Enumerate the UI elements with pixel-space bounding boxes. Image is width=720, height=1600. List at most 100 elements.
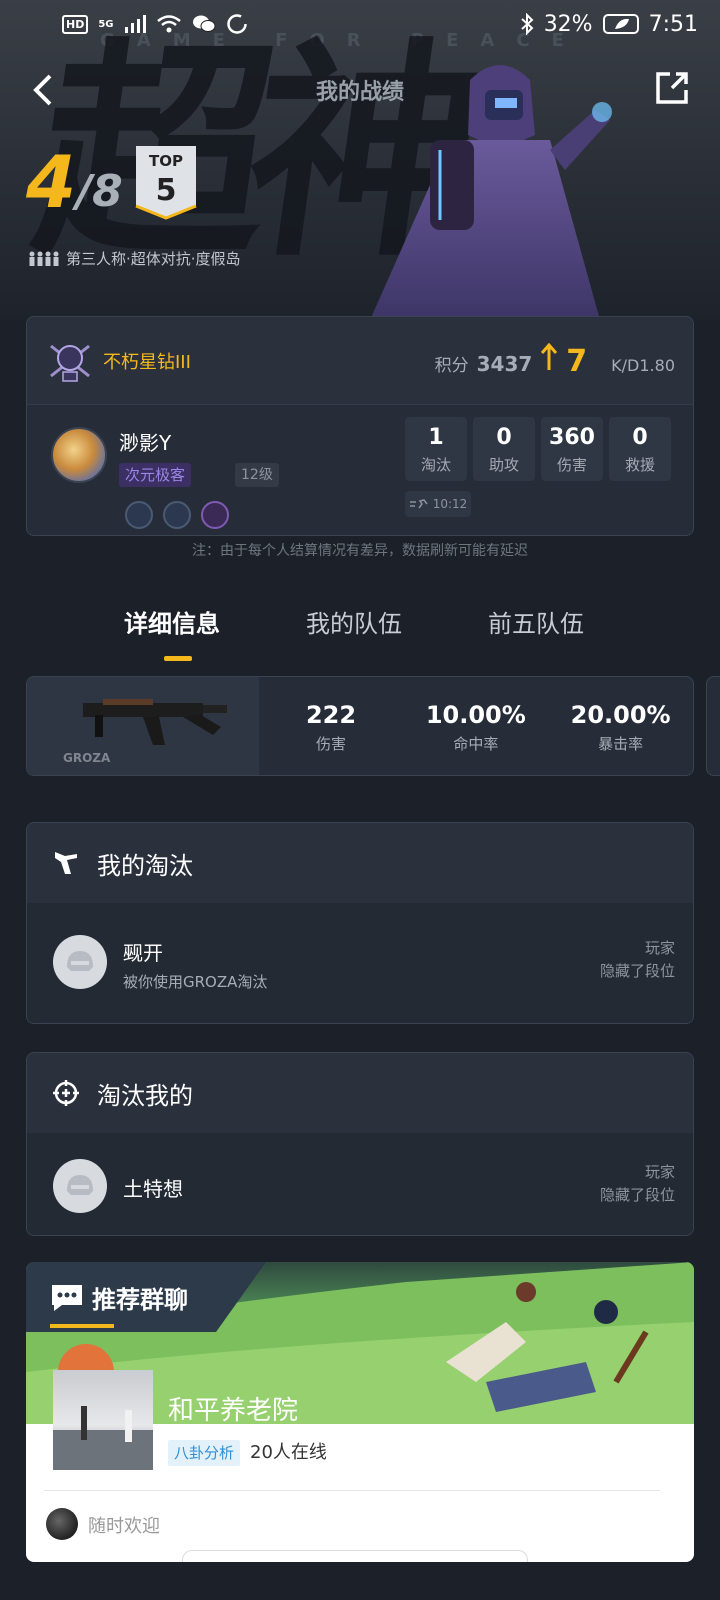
player-label: 玩家 [644, 939, 675, 957]
stat-label: 暴击率 [598, 735, 644, 753]
loading-icon [226, 14, 247, 34]
battery-percent: 32% [543, 11, 593, 37]
title-underline [50, 1324, 114, 1328]
crosshair-icon [53, 1080, 79, 1106]
kill-description: 被你使用GROZA淘汰 [123, 973, 268, 991]
kd-ratio: K/D1.80 [611, 355, 675, 375]
tab-my-team[interactable]: 我的队伍 [306, 604, 402, 639]
group-section-title-text: 推荐群聊 [92, 1286, 188, 1314]
net-label: 5G [98, 18, 114, 30]
wifi-icon [156, 15, 181, 33]
status-left: HD 5G [62, 13, 248, 35]
wave-badge-icon[interactable] [163, 501, 191, 529]
weapon-name: GROZA [63, 751, 111, 765]
tier-name: 不朽星钻III [103, 351, 191, 373]
bluetooth-icon [521, 13, 534, 35]
score-value: 3437 [476, 351, 533, 376]
stats-header: 不朽星钻III 积分 3437 7 K/D1.80 [27, 317, 693, 405]
helmet-avatar-icon [53, 1159, 107, 1213]
list-item[interactable]: 觋开 被你使用GROZA淘汰 玩家 隐藏了段位 [27, 903, 693, 1023]
hd-icon: HD [62, 14, 89, 34]
stat-value: 0 [496, 425, 512, 450]
online-count: 20人在线 [250, 1442, 327, 1463]
match-rank: 4 /8 [26, 146, 123, 218]
score: 积分 3437 7 K/D1.80 [435, 342, 675, 379]
stat-label: 伤害 [316, 735, 347, 753]
rank-total: /8 [76, 166, 123, 217]
title-tag: 次元极客 [119, 463, 192, 487]
tab-indicator [164, 656, 192, 661]
status-bar: HD 5G 32% 7:51 [0, 0, 720, 48]
gear-badge-icon[interactable] [201, 501, 229, 529]
stats-card: 不朽星钻III 积分 3437 7 K/D1.80 渺影Y 次元极客 12级 1… [26, 316, 694, 536]
runner-icon [409, 499, 428, 509]
page-title: 我的战绩 [315, 80, 404, 105]
wechat-icon [192, 15, 216, 32]
my-kills-card: 我的淘汰 觋开 被你使用GROZA淘汰 玩家 隐藏了段位 [26, 822, 694, 1024]
tab-top5-teams[interactable]: 前五队伍 [488, 604, 584, 639]
hidden-rank-label: 隐藏了段位 [599, 962, 675, 980]
signal-icon [124, 15, 146, 33]
stat-label: 助攻 [488, 456, 519, 474]
top5-badge: TOP 5 [135, 146, 197, 220]
group-section-title: 推荐群聊 [50, 1280, 188, 1315]
tier-emblem-icon [50, 344, 90, 382]
level-tag: 12级 [235, 463, 279, 487]
runner-badge-icon[interactable] [125, 501, 153, 529]
stat-value: 360 [549, 425, 595, 450]
recommended-group-card[interactable]: 推荐群聊 和平养老院 八卦分析 20人在线 随时欢迎 [26, 1262, 694, 1562]
battery-icon [602, 14, 639, 34]
weapon-crit-rate: 20.00% 暴击率 [548, 677, 693, 775]
killed-me-title: 淘汰我的 [97, 1081, 193, 1110]
helmet-avatar-icon [53, 935, 107, 989]
rank-place: 4 [26, 140, 77, 224]
tab-details[interactable]: 详细信息 [124, 604, 220, 639]
avatar[interactable] [51, 427, 107, 483]
join-button-peek[interactable] [182, 1550, 528, 1562]
player-row: 渺影Y 次元极客 12级 1 淘汰 0 助攻 360 伤害 0 救援 10:12 [27, 405, 693, 535]
stat-rescue: 0 救援 [609, 417, 671, 481]
killer-name: 土特想 [123, 1177, 183, 1201]
hidden-rank-label: 隐藏了段位 [599, 1186, 675, 1204]
survival-time: 10:12 [405, 491, 471, 517]
score-delta: 7 [566, 343, 588, 379]
group-tag: 八卦分析 [168, 1440, 241, 1466]
status-right: 32% 7:51 [520, 12, 698, 37]
pistol-icon [55, 852, 77, 874]
detail-tabs: 详细信息 我的队伍 前五队伍 [0, 604, 720, 664]
chat-bubble-icon [52, 1284, 82, 1311]
next-weapon-card-peek[interactable] [706, 676, 720, 776]
my-kills-title: 我的淘汰 [97, 851, 193, 880]
killed-me-card: 淘汰我的 土特想 玩家 隐藏了段位 [26, 1052, 694, 1236]
rank-hidden-note: 玩家 隐藏了段位 [600, 937, 675, 983]
group-name: 和平养老院 [168, 1396, 299, 1426]
match-stats: 1 淘汰 0 助攻 360 伤害 0 救援 [405, 417, 671, 481]
group-latest-message: 随时欢迎 [88, 1516, 160, 1537]
weapon-card[interactable]: GROZA 222 伤害 10.00% 命中率 20.00% 暴击率 [26, 676, 694, 776]
squad-icon [29, 251, 59, 266]
avatar [46, 1508, 78, 1540]
refresh-note: 注：由于每个人结算情况有差异，数据刷新可能有延迟 [192, 543, 528, 559]
player-label: 玩家 [644, 1163, 675, 1181]
svg-text:5: 5 [156, 173, 177, 208]
stat-value: 1 [428, 425, 444, 450]
rifle-icon [83, 699, 227, 745]
weapon-image: GROZA [27, 677, 259, 775]
share-icon[interactable] [652, 68, 692, 108]
weapon-damage: 222 伤害 [259, 677, 404, 775]
stat-label: 救援 [624, 456, 655, 474]
stat-value: 0 [632, 425, 648, 450]
stat-value: 222 [305, 701, 357, 729]
stat-value: 10.00% [425, 701, 526, 729]
survival-time-text: 10:12 [432, 497, 468, 511]
divider [44, 1490, 660, 1491]
player-name: 渺影Y [119, 431, 172, 455]
mode-text: 第三人称·超体对抗·度假岛 [66, 250, 241, 268]
arrow-up-icon [541, 342, 558, 370]
list-item[interactable]: 土特想 玩家 隐藏了段位 [27, 1133, 693, 1235]
stat-label: 命中率 [453, 735, 499, 753]
stat-assists: 0 助攻 [473, 417, 535, 481]
stat-label: 淘汰 [420, 456, 451, 474]
group-avatar [53, 1370, 153, 1470]
stat-value: 20.00% [570, 701, 671, 729]
